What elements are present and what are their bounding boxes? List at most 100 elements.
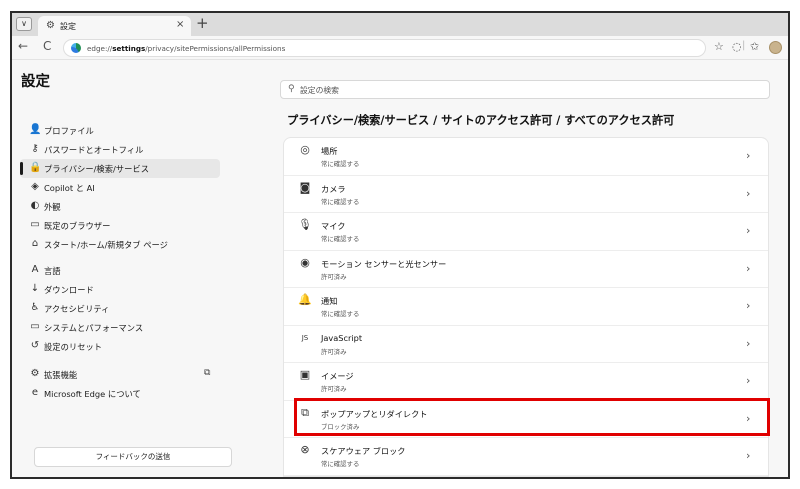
download-icon: ↓ bbox=[30, 283, 40, 294]
sidebar-item-downloads[interactable]: ↓ ダウンロード bbox=[20, 280, 220, 299]
permission-status: 常に確認する bbox=[321, 235, 360, 243]
sidebar-item-system[interactable]: ▭ システムとパフォーマンス bbox=[20, 318, 220, 337]
address-toolbar: ← C edge://settings/privacy/sitePermissi… bbox=[12, 36, 788, 60]
external-link-icon: ⧉ bbox=[204, 368, 211, 378]
chevron-right-icon: › bbox=[746, 149, 751, 162]
permission-status: 許可済み bbox=[321, 272, 347, 281]
tab-actions-menu-icon[interactable]: ∨ bbox=[16, 17, 32, 31]
chevron-right-icon: › bbox=[746, 374, 751, 387]
permission-row-motion-sensors[interactable]: ◉ モーション センサーと光センサー 許可済み › bbox=[284, 251, 768, 288]
permission-status: 許可済み bbox=[321, 385, 347, 393]
sidebar-item-label: システムとパフォーマンス bbox=[44, 323, 144, 333]
key-icon: ⚷ bbox=[31, 143, 39, 154]
permission-row-javascript[interactable]: JS JavaScript 許可済み › bbox=[284, 326, 768, 363]
chevron-right-icon: › bbox=[746, 299, 751, 312]
sidebar-item-accessibility[interactable]: ♿ アクセシビリティ bbox=[20, 299, 220, 318]
permission-name: マイク bbox=[321, 221, 346, 231]
favorite-star-icon[interactable]: ☆ bbox=[714, 40, 724, 53]
permission-row-camera[interactable]: ◙ カメラ 常に確認する › bbox=[284, 176, 768, 213]
permissions-list: ◎ 場所 常に確認する › ◙ カメラ 常に確認する › 🎙 マイク 常に確認す… bbox=[283, 137, 769, 477]
shield-block-icon: ⊗ bbox=[300, 443, 310, 456]
tab-settings[interactable]: ⚙ 設定 × bbox=[38, 16, 191, 36]
permission-name: スケアウェア ブロック bbox=[321, 446, 406, 456]
sidebar-item-languages[interactable]: A 言語 bbox=[20, 261, 220, 280]
address-bar[interactable]: edge://settings/privacy/sitePermissions/… bbox=[63, 39, 706, 57]
permission-row-location[interactable]: ◎ 場所 常に確認する › bbox=[284, 138, 768, 176]
copilot-icon: ◈ bbox=[31, 181, 39, 192]
edge-logo-icon bbox=[71, 43, 81, 53]
active-indicator bbox=[20, 162, 23, 175]
permission-name: ポップアップとリダイレクト bbox=[321, 408, 428, 419]
permission-name: イメージ bbox=[321, 371, 354, 381]
permission-row-popups[interactable]: ⧉ ポップアップとリダイレクト ブロック済み › bbox=[284, 401, 768, 438]
permission-status: 常に確認する bbox=[321, 460, 360, 468]
send-feedback-button[interactable]: フィードバックの送信 bbox=[34, 447, 232, 467]
popup-icon: ⧉ bbox=[301, 405, 309, 419]
toolbar-divider: | bbox=[742, 40, 746, 51]
copilot-icon[interactable]: ◌ bbox=[732, 40, 742, 53]
browser-icon: ▭ bbox=[30, 219, 40, 230]
profile-icon: 👤 bbox=[29, 124, 42, 135]
sidebar-item-copilot[interactable]: ◈ Copilot と AI bbox=[20, 178, 220, 197]
permission-status: 許可済み bbox=[321, 347, 347, 356]
sidebar-item-label: 言語 bbox=[44, 266, 61, 276]
sidebar-item-label: 設定のリセット bbox=[44, 342, 103, 352]
permission-name: JavaScript bbox=[321, 332, 363, 343]
sidebar-item-label: アクセシビリティ bbox=[44, 304, 110, 314]
image-icon: ▣ bbox=[299, 368, 311, 381]
settings-search[interactable]: ⚲ bbox=[280, 80, 770, 99]
permission-row-scareware[interactable]: ⊗ スケアウェア ブロック 常に確認する › bbox=[284, 438, 768, 476]
sidebar-item-label: 拡張機能 bbox=[44, 370, 78, 380]
settings-title: 設定 bbox=[21, 74, 50, 90]
sidebar-item-privacy[interactable]: 🔒 プライバシー/検索/サービス bbox=[20, 159, 220, 178]
sidebar-item-label: Copilot と AI bbox=[44, 183, 95, 193]
lock-icon: 🔒 bbox=[29, 162, 42, 173]
chevron-right-icon: › bbox=[746, 261, 751, 275]
extensions-icon: ⚙ bbox=[30, 368, 40, 379]
sidebar-item-about[interactable]: e Microsoft Edge について bbox=[20, 384, 220, 403]
favorites-icon[interactable]: ✩ bbox=[750, 40, 759, 53]
page-title: プライバシー/検索/サービス / サイトのアクセス許可 / すべてのアクセス許可 bbox=[287, 114, 675, 127]
permission-row-notifications[interactable]: 🔔 通知 常に確認する › bbox=[284, 288, 768, 326]
permission-name: モーション センサーと光センサー bbox=[321, 258, 447, 269]
gear-icon: ⚙ bbox=[46, 20, 55, 31]
sidebar-item-reset[interactable]: ↺ 設定のリセット bbox=[20, 337, 220, 356]
edge-icon: e bbox=[31, 387, 39, 398]
sidebar-item-extensions[interactable]: ⚙ 拡張機能 ⧉ bbox=[20, 365, 220, 384]
profile-avatar[interactable] bbox=[769, 41, 782, 54]
permission-status: 常に確認する bbox=[321, 160, 360, 168]
javascript-icon: JS bbox=[301, 333, 309, 342]
bell-icon: 🔔 bbox=[298, 293, 312, 306]
permission-row-microphone[interactable]: 🎙 マイク 常に確認する › bbox=[284, 213, 768, 251]
sidebar-item-label: ダウンロード bbox=[44, 285, 94, 295]
back-icon[interactable]: ← bbox=[18, 39, 28, 53]
chevron-right-icon: › bbox=[746, 336, 751, 350]
chevron-right-icon: › bbox=[746, 186, 751, 200]
sidebar-item-label: プライバシー/検索/サービス bbox=[44, 164, 149, 174]
sidebar-item-default-browser[interactable]: ▭ 既定のブラウザー bbox=[20, 216, 220, 235]
sidebar-item-start-home[interactable]: ⌂ スタート/ホーム/新規タブ ページ bbox=[20, 235, 220, 254]
permission-name: 通知 bbox=[321, 296, 338, 306]
sidebar-item-label: Microsoft Edge について bbox=[44, 389, 141, 399]
permission-status: 常に確認する bbox=[321, 197, 360, 206]
search-input[interactable] bbox=[300, 84, 760, 96]
sidebar-item-label: パスワードとオートフィル bbox=[44, 145, 144, 155]
chevron-right-icon: › bbox=[746, 449, 751, 462]
language-icon: A bbox=[31, 264, 39, 275]
new-tab-button[interactable]: + bbox=[196, 14, 209, 32]
chevron-right-icon: › bbox=[746, 224, 751, 237]
sidebar-item-label: スタート/ホーム/新規タブ ページ bbox=[44, 240, 168, 250]
permission-row-images[interactable]: ▣ イメージ 許可済み › bbox=[284, 363, 768, 401]
sidebar-item-label: 既定のブラウザー bbox=[44, 221, 111, 231]
sidebar-item-profiles[interactable]: 👤 プロファイル bbox=[20, 121, 220, 140]
reload-icon[interactable]: C bbox=[43, 39, 51, 53]
close-tab-icon[interactable]: × bbox=[176, 19, 184, 30]
location-icon: ◎ bbox=[300, 143, 310, 156]
search-icon: ⚲ bbox=[288, 84, 295, 94]
monitor-icon: ▭ bbox=[30, 321, 40, 332]
url-text: edge://settings/privacy/sitePermissions/… bbox=[87, 44, 286, 53]
sidebar-item-passwords[interactable]: ⚷ パスワードとオートフィル bbox=[20, 140, 220, 159]
sidebar-item-appearance[interactable]: ◐ 外観 bbox=[20, 197, 220, 216]
reset-icon: ↺ bbox=[30, 340, 40, 351]
sidebar-item-label: プロファイル bbox=[44, 126, 94, 136]
